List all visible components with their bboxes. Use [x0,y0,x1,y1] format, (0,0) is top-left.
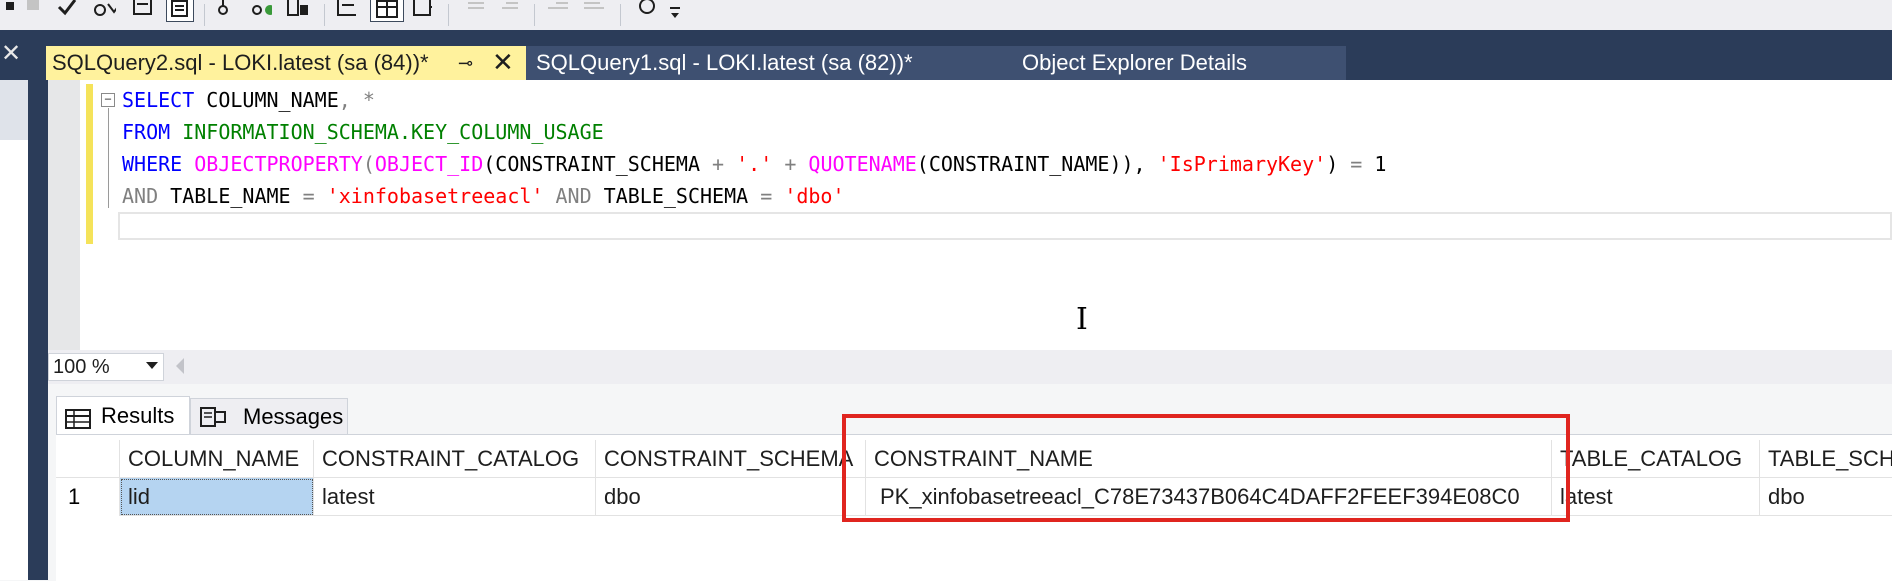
close-pane-icon[interactable]: ✕ [0,42,22,66]
column-header[interactable]: CONSTRAINT_SCHEMA [596,440,866,478]
comment-icon[interactable] [464,0,486,18]
outline-line [108,108,109,208]
tab-label: SQLQuery1.sql - LOKI.latest (sa (82))* [536,50,913,75]
results-to-file-icon[interactable] [410,0,432,18]
results-to-text-icon[interactable] [334,0,356,18]
code-line-4: AND TABLE_NAME = 'xinfobasetreeacl' AND … [122,184,845,208]
partial-icon[interactable] [0,0,22,18]
layout-icon[interactable] [132,0,154,18]
left-pane-body [0,140,28,580]
highlight-annotation [842,414,1570,522]
increase-indent-icon[interactable] [582,0,604,18]
display-plan-icon[interactable] [166,0,194,22]
grid-cell[interactable]: latest [314,478,596,516]
tab-object-explorer-details[interactable]: Object Explorer Details [1010,46,1346,80]
grid-icon [65,405,91,443]
scroll-left-icon[interactable] [176,358,184,374]
close-tab-icon[interactable]: ✕ [492,45,514,79]
code-line-1: SELECT COLUMN_NAME, * [122,88,375,112]
current-line-highlight [118,212,1892,240]
left-pane-header [0,80,28,141]
include-stats-icon[interactable] [250,0,272,18]
grid-cell[interactable]: dbo [1760,478,1892,516]
pin-icon[interactable]: ⊸ [458,46,473,80]
toolbar-separator [324,4,325,26]
toolbar-separator [620,4,621,26]
toolbar [0,0,1892,31]
column-header[interactable]: TABLE_CATALOG [1552,440,1760,478]
checkmark-icon[interactable] [56,0,78,18]
grid-corner[interactable] [56,440,120,478]
specify-values-icon[interactable] [634,0,656,18]
query-options-icon[interactable] [212,0,234,18]
column-header[interactable]: TABLE_SCH [1760,440,1892,478]
decrease-indent-icon[interactable] [546,0,568,18]
toolbar-separator [448,4,449,26]
editor-gutter [48,80,80,350]
grid-cell-selected[interactable]: lid [120,478,314,516]
grid-cell[interactable]: dbo [596,478,866,516]
stop-icon[interactable] [22,0,44,18]
toolbar-separator [204,4,205,26]
row-number[interactable]: 1 [56,478,120,516]
code-line-3: WHERE OBJECTPROPERTY(OBJECT_ID(CONSTRAIN… [122,152,1387,176]
results-tab-label: Results [101,403,175,428]
toolbar-separator [534,4,535,26]
results-to-grid-icon[interactable] [370,0,404,22]
zoom-value: 100 % [53,356,110,378]
tab-sqlquery1[interactable]: SQLQuery1.sql - LOKI.latest (sa (82))* [526,46,1010,80]
change-indicator [86,84,93,244]
editor-status-bar [48,350,1892,384]
column-header[interactable]: CONSTRAINT_CATALOG [314,440,596,478]
tab-results[interactable]: Results [56,396,190,434]
grid-cell[interactable]: latest [1552,478,1760,516]
collapse-icon[interactable]: − [101,93,115,107]
tab-label: SQLQuery2.sql - LOKI.latest (sa (84))* [52,50,429,75]
text-cursor-icon: I [1076,302,1088,337]
code-line-2: FROM INFORMATION_SCHEMA.KEY_COLUMN_USAGE [122,120,604,144]
parse-icon[interactable] [94,0,116,18]
column-header[interactable]: COLUMN_NAME [120,440,314,478]
client-stats-icon[interactable] [286,0,308,18]
tab-sqlquery2[interactable]: SQLQuery2.sql - LOKI.latest (sa (84))* ⊸… [46,46,526,80]
tab-label: Object Explorer Details [1022,50,1247,75]
toolbar-overflow-icon[interactable] [664,2,686,24]
messages-tab-label: Messages [243,404,344,429]
uncomment-icon[interactable] [498,0,520,18]
tab-messages[interactable]: Messages [190,398,348,434]
chevron-down-icon[interactable] [146,362,158,369]
